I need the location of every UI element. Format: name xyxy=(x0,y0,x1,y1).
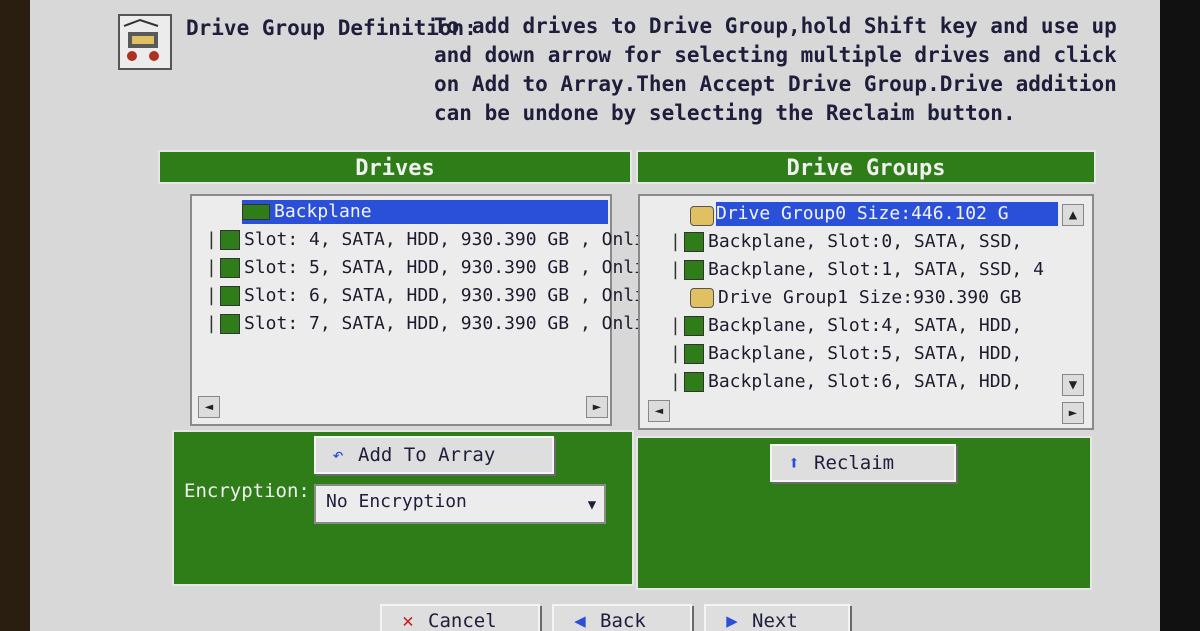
drive-label: Slot: 5, SATA, HDD, 930.390 GB , Onlin xyxy=(244,257,656,278)
reclaim-label: Reclaim xyxy=(814,452,895,474)
backplane-icon xyxy=(242,204,270,220)
drive-label: Backplane, Slot:4, SATA, HDD, xyxy=(708,315,1023,336)
hdd-icon xyxy=(684,344,704,364)
next-arrow-icon: ▶ xyxy=(726,610,738,631)
encryption-label: Encryption: xyxy=(184,480,310,502)
drive-row[interactable]: | Backplane, Slot:5, SATA, HDD, xyxy=(670,342,1022,366)
up-arrow-icon: ⬆ xyxy=(788,452,800,474)
scroll-left-button[interactable]: ◄ xyxy=(648,400,670,422)
drive-label: Slot: 4, SATA, HDD, 930.390 GB , Onlin xyxy=(244,229,656,250)
drive-row[interactable]: | Backplane, Slot:1, SATA, SSD, 4 xyxy=(670,258,1044,282)
header-instructions: To add drives to Drive Group,hold Shift … xyxy=(434,14,1117,125)
drive-group-icon xyxy=(690,206,714,226)
add-to-array-button[interactable]: ↶ Add To Array xyxy=(314,436,554,474)
screen: Drive Group Definition: To add drives to… xyxy=(30,0,1160,631)
drive-group-icon xyxy=(690,288,714,308)
drive-row[interactable]: | Backplane, Slot:6, SATA, HDD, xyxy=(670,370,1022,394)
scroll-up-button[interactable]: ▲ xyxy=(1062,204,1084,226)
tree-item-backplane[interactable]: Backplane xyxy=(242,200,608,224)
drive-label: Slot: 7, SATA, HDD, 930.390 GB , Onlin xyxy=(244,313,656,334)
hdd-icon xyxy=(220,286,240,306)
drive-label: Backplane, Slot:6, SATA, HDD, xyxy=(708,371,1023,392)
scroll-left-button[interactable]: ◄ xyxy=(198,396,220,418)
drive-row[interactable]: | Slot: 5, SATA, HDD, 930.390 GB , Onlin xyxy=(206,256,656,280)
back-label: Back xyxy=(600,610,646,631)
drive-group-label: Drive Group1 Size:930.390 GB xyxy=(718,287,1022,308)
tree-item-drive-group-1[interactable]: Drive Group1 Size:930.390 GB xyxy=(690,286,1021,310)
monitor-bezel-right xyxy=(1160,0,1200,631)
hdd-icon xyxy=(684,372,704,392)
drives-panel-title: Drives xyxy=(158,150,632,184)
back-button[interactable]: ◀ Back xyxy=(552,604,692,631)
drive-label: Slot: 6, SATA, HDD, 930.390 GB , Onlin xyxy=(244,285,656,306)
undo-arrow-icon: ↶ xyxy=(332,444,344,466)
scroll-down-button[interactable]: ▼ xyxy=(1062,374,1084,396)
cancel-label: Cancel xyxy=(428,610,497,631)
ssd-icon xyxy=(684,232,704,252)
scroll-right-button[interactable]: ► xyxy=(1062,402,1084,424)
drive-label: Backplane, Slot:1, SATA, SSD, 4 xyxy=(708,259,1044,280)
drive-label: Backplane, Slot:0, SATA, SSD, xyxy=(708,231,1023,252)
drive-group-label: Drive Group0 Size:446.102 G xyxy=(716,203,1009,224)
cancel-button[interactable]: ✕ Cancel xyxy=(380,604,540,631)
drives-list[interactable]: Backplane | Slot: 4, SATA, HDD, 930.390 G… xyxy=(190,194,656,426)
hdd-icon xyxy=(220,230,240,250)
encryption-value: No Encryption xyxy=(326,491,467,512)
drive-row[interactable]: | Slot: 4, SATA, HDD, 930.390 GB , Onlin xyxy=(206,228,656,252)
monitor-bezel-left xyxy=(0,0,30,631)
tree-item-label: Backplane xyxy=(274,201,372,222)
drive-row[interactable]: | Backplane, Slot:4, SATA, HDD, xyxy=(670,314,1022,338)
drive-row[interactable]: | Slot: 6, SATA, HDD, 930.390 GB , Onlin xyxy=(206,284,656,308)
drive-row[interactable]: | Slot: 7, SATA, HDD, 930.390 GB , Onlin xyxy=(206,312,656,336)
drive-group-app-icon xyxy=(118,14,172,70)
hdd-icon xyxy=(220,314,240,334)
ssd-icon xyxy=(684,260,704,280)
hdd-icon xyxy=(220,258,240,278)
chevron-down-icon: ▼ xyxy=(587,497,597,513)
next-label: Next xyxy=(752,610,798,631)
next-button[interactable]: ▶ Next xyxy=(704,604,850,631)
drive-label: Backplane, Slot:5, SATA, HDD, xyxy=(708,343,1023,364)
add-to-array-label: Add To Array xyxy=(358,444,496,466)
drive-groups-list[interactable]: Drive Group0 Size:446.102 G | Backplane, … xyxy=(638,194,1094,430)
reclaim-button[interactable]: ⬆ Reclaim xyxy=(770,444,956,482)
close-icon: ✕ xyxy=(402,610,414,631)
drive-groups-panel-title: Drive Groups xyxy=(636,150,1096,184)
back-arrow-icon: ◀ xyxy=(574,610,586,631)
encryption-select[interactable]: No Encryption ▼ xyxy=(314,484,606,524)
tree-item-drive-group-0[interactable]: Drive Group0 Size:446.102 G xyxy=(716,202,1058,226)
scroll-right-button[interactable]: ► xyxy=(586,396,608,418)
hdd-icon xyxy=(684,316,704,336)
drive-row[interactable]: | Backplane, Slot:0, SATA, SSD, xyxy=(670,230,1022,254)
